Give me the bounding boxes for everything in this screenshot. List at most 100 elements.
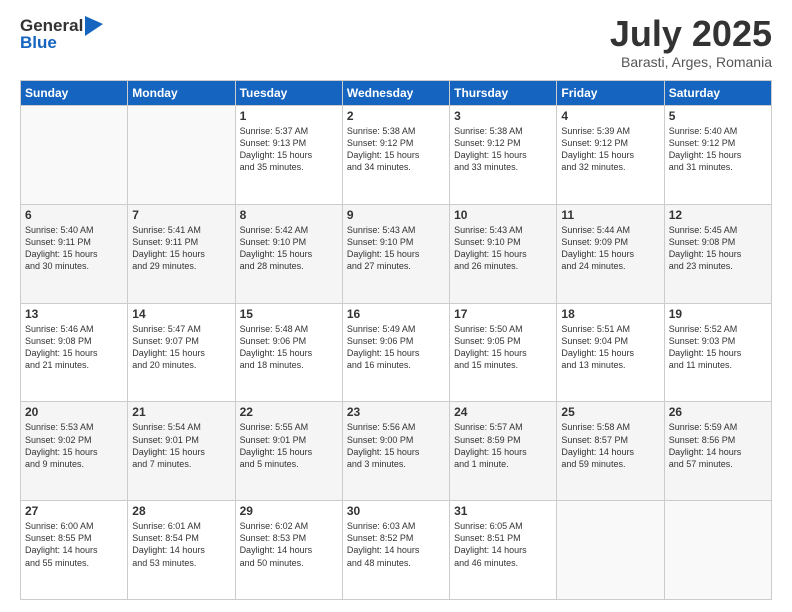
table-row — [664, 501, 771, 600]
day-number: 11 — [561, 208, 659, 222]
day-detail: Sunrise: 5:38 AM Sunset: 9:12 PM Dayligh… — [454, 125, 552, 174]
table-row: 2Sunrise: 5:38 AM Sunset: 9:12 PM Daylig… — [342, 106, 449, 205]
table-row: 30Sunrise: 6:03 AM Sunset: 8:52 PM Dayli… — [342, 501, 449, 600]
table-row: 4 Sunrise: 5:39 AM Sunset: 9:12 PM Daylig… — [557, 106, 664, 205]
day-number: 14 — [132, 307, 230, 321]
table-row: 3 Sunrise: 5:38 AM Sunset: 9:12 PM Daylig… — [450, 106, 557, 205]
table-row: 9 Sunrise: 5:43 AM Sunset: 9:10 PM Daylig… — [342, 204, 449, 303]
day-detail: Sunrise: 5:54 AM Sunset: 9:01 PM Dayligh… — [132, 421, 230, 470]
day-detail: Sunrise: 5:47 AM Sunset: 9:07 PM Dayligh… — [132, 323, 230, 372]
table-row: 1Sunrise: 5:37 AM Sunset: 9:13 PM Daylig… — [235, 106, 342, 205]
day-detail: Sunrise: 5:50 AM Sunset: 9:05 PM Dayligh… — [454, 323, 552, 372]
day-detail: Sunrise: 5:49 AM Sunset: 9:06 PM Dayligh… — [347, 323, 445, 372]
header: General Blue July 2025 Barasti, Arges, R… — [20, 16, 772, 70]
day-number: 29 — [240, 504, 338, 518]
day-number: 31 — [454, 504, 552, 518]
table-row: 10 Sunrise: 5:43 AM Sunset: 9:10 PM Dayli… — [450, 204, 557, 303]
calendar-header-row: Sunday Monday Tuesday Wednesday Thursday… — [21, 81, 772, 106]
calendar-location: Barasti, Arges, Romania — [610, 54, 772, 70]
header-tuesday: Tuesday — [235, 81, 342, 106]
table-row — [21, 106, 128, 205]
day-number: 13 — [25, 307, 123, 321]
table-row: 16 Sunrise: 5:49 AM Sunset: 9:06 PM Dayli… — [342, 303, 449, 402]
day-number: 10 — [454, 208, 552, 222]
title-block: July 2025 Barasti, Arges, Romania — [610, 16, 772, 70]
day-detail: Sunrise: 5:51 AM Sunset: 9:04 PM Dayligh… — [561, 323, 659, 372]
day-number: 26 — [669, 405, 767, 419]
table-row — [128, 106, 235, 205]
day-number: 4 — [561, 109, 659, 123]
day-number: 28 — [132, 504, 230, 518]
table-row: 26 Sunrise: 5:59 AM Sunset: 8:56 PM Dayli… — [664, 402, 771, 501]
table-row: 18 Sunrise: 5:51 AM Sunset: 9:04 PM Dayli… — [557, 303, 664, 402]
table-row: 22 Sunrise: 5:55 AM Sunset: 9:01 PM Dayli… — [235, 402, 342, 501]
day-detail: Sunrise: 6:02 AM Sunset: 8:53 PM Dayligh… — [240, 520, 338, 569]
day-number: 8 — [240, 208, 338, 222]
day-detail: Sunrise: 5:41 AM Sunset: 9:11 PM Dayligh… — [132, 224, 230, 273]
day-number: 20 — [25, 405, 123, 419]
calendar-week-row: 13 Sunrise: 5:46 AM Sunset: 9:08 PM Dayli… — [21, 303, 772, 402]
day-detail: Sunrise: 5:39 AM Sunset: 9:12 PM Dayligh… — [561, 125, 659, 174]
day-number: 9 — [347, 208, 445, 222]
day-number: 1 — [240, 109, 338, 123]
header-wednesday: Wednesday — [342, 81, 449, 106]
table-row: 6 Sunrise: 5:40 AM Sunset: 9:11 PM Daylig… — [21, 204, 128, 303]
day-detail: Sunrise: 5:55 AM Sunset: 9:01 PM Dayligh… — [240, 421, 338, 470]
day-number: 5 — [669, 109, 767, 123]
logo-blue-text: Blue — [20, 33, 103, 53]
day-detail: Sunrise: 5:52 AM Sunset: 9:03 PM Dayligh… — [669, 323, 767, 372]
day-number: 3 — [454, 109, 552, 123]
day-number: 16 — [347, 307, 445, 321]
table-row: 8Sunrise: 5:42 AM Sunset: 9:10 PM Daylig… — [235, 204, 342, 303]
calendar-title: July 2025 — [610, 16, 772, 52]
table-row: 14 Sunrise: 5:47 AM Sunset: 9:07 PM Dayli… — [128, 303, 235, 402]
day-detail: Sunrise: 5:43 AM Sunset: 9:10 PM Dayligh… — [454, 224, 552, 273]
day-number: 19 — [669, 307, 767, 321]
day-number: 17 — [454, 307, 552, 321]
table-row: 31Sunrise: 6:05 AM Sunset: 8:51 PM Dayli… — [450, 501, 557, 600]
day-detail: Sunrise: 5:58 AM Sunset: 8:57 PM Dayligh… — [561, 421, 659, 470]
day-detail: Sunrise: 5:45 AM Sunset: 9:08 PM Dayligh… — [669, 224, 767, 273]
calendar-table: Sunday Monday Tuesday Wednesday Thursday… — [20, 80, 772, 600]
table-row: 17 Sunrise: 5:50 AM Sunset: 9:05 PM Dayli… — [450, 303, 557, 402]
day-number: 25 — [561, 405, 659, 419]
table-row: 12Sunrise: 5:45 AM Sunset: 9:08 PM Dayli… — [664, 204, 771, 303]
day-number: 22 — [240, 405, 338, 419]
day-number: 30 — [347, 504, 445, 518]
day-detail: Sunrise: 5:40 AM Sunset: 9:11 PM Dayligh… — [25, 224, 123, 273]
day-number: 15 — [240, 307, 338, 321]
table-row: 21Sunrise: 5:54 AM Sunset: 9:01 PM Dayli… — [128, 402, 235, 501]
day-detail: Sunrise: 5:44 AM Sunset: 9:09 PM Dayligh… — [561, 224, 659, 273]
day-number: 23 — [347, 405, 445, 419]
header-sunday: Sunday — [21, 81, 128, 106]
header-saturday: Saturday — [664, 81, 771, 106]
day-detail: Sunrise: 5:40 AM Sunset: 9:12 PM Dayligh… — [669, 125, 767, 174]
table-row: 25 Sunrise: 5:58 AM Sunset: 8:57 PM Dayli… — [557, 402, 664, 501]
calendar-week-row: 6 Sunrise: 5:40 AM Sunset: 9:11 PM Daylig… — [21, 204, 772, 303]
day-number: 6 — [25, 208, 123, 222]
calendar-week-row: 1Sunrise: 5:37 AM Sunset: 9:13 PM Daylig… — [21, 106, 772, 205]
table-row: 23 Sunrise: 5:56 AM Sunset: 9:00 PM Dayli… — [342, 402, 449, 501]
calendar-week-row: 20 Sunrise: 5:53 AM Sunset: 9:02 PM Dayli… — [21, 402, 772, 501]
header-thursday: Thursday — [450, 81, 557, 106]
table-row: 24 Sunrise: 5:57 AM Sunset: 8:59 PM Dayli… — [450, 402, 557, 501]
table-row: 29 Sunrise: 6:02 AM Sunset: 8:53 PM Dayli… — [235, 501, 342, 600]
day-detail: Sunrise: 5:43 AM Sunset: 9:10 PM Dayligh… — [347, 224, 445, 273]
logo: General Blue — [20, 16, 103, 53]
table-row: 13 Sunrise: 5:46 AM Sunset: 9:08 PM Dayli… — [21, 303, 128, 402]
day-number: 24 — [454, 405, 552, 419]
day-detail: Sunrise: 5:57 AM Sunset: 8:59 PM Dayligh… — [454, 421, 552, 470]
day-number: 18 — [561, 307, 659, 321]
header-monday: Monday — [128, 81, 235, 106]
table-row: 5 Sunrise: 5:40 AM Sunset: 9:12 PM Daylig… — [664, 106, 771, 205]
table-row: 20 Sunrise: 5:53 AM Sunset: 9:02 PM Dayli… — [21, 402, 128, 501]
table-row: 27 Sunrise: 6:00 AM Sunset: 8:55 PM Dayli… — [21, 501, 128, 600]
day-detail: Sunrise: 5:48 AM Sunset: 9:06 PM Dayligh… — [240, 323, 338, 372]
day-detail: Sunrise: 5:46 AM Sunset: 9:08 PM Dayligh… — [25, 323, 123, 372]
table-row: 15 Sunrise: 5:48 AM Sunset: 9:06 PM Dayli… — [235, 303, 342, 402]
day-detail: Sunrise: 5:53 AM Sunset: 9:02 PM Dayligh… — [25, 421, 123, 470]
day-detail: Sunrise: 5:56 AM Sunset: 9:00 PM Dayligh… — [347, 421, 445, 470]
day-number: 27 — [25, 504, 123, 518]
day-detail: Sunrise: 6:00 AM Sunset: 8:55 PM Dayligh… — [25, 520, 123, 569]
day-detail: Sunrise: 5:59 AM Sunset: 8:56 PM Dayligh… — [669, 421, 767, 470]
